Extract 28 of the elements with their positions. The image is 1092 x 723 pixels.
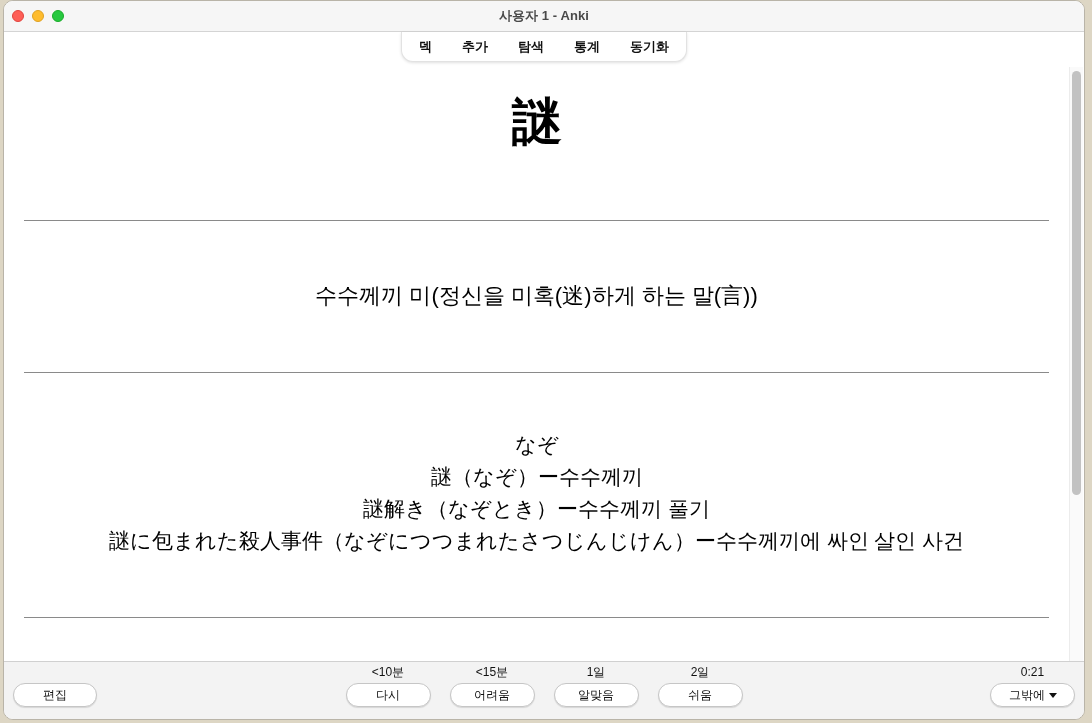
interval-label: <10분 <box>371 664 405 680</box>
interval-label: 2일 <box>690 664 710 680</box>
toolbar-tab[interactable]: 덱 <box>404 33 447 60</box>
toolbar-tab[interactable]: 동기화 <box>615 33 684 60</box>
reading-line: なぞ <box>514 432 559 458</box>
timer-text: 0:21 <box>1020 664 1045 680</box>
card-front-text: 謎 <box>511 93 562 151</box>
caret-icon <box>1048 692 1057 698</box>
reading-line: 謎に包まれた殺人事件（なぞにつつまれたさつじんじけん）ー수수께끼에 싸인 살인 사건 <box>108 528 965 554</box>
reading-line: 謎（なぞ）ー수수께끼 <box>430 464 643 490</box>
reading-line: 謎解き（なぞとき）ー수수께끼 풀기 <box>363 496 710 522</box>
interval-label: <15분 <box>475 664 509 680</box>
interval-label: 1일 <box>586 664 606 680</box>
zoom-icon[interactable] <box>52 10 64 22</box>
scrollbar-thumb[interactable] <box>1072 71 1081 495</box>
answer-button[interactable]: 다시 <box>345 683 431 707</box>
window-title: 사용자 1 - Anki <box>499 7 589 26</box>
toolbar-tab[interactable]: 추가 <box>447 33 503 60</box>
toolbar-tab[interactable]: 탐색 <box>503 33 559 60</box>
minimize-icon[interactable] <box>32 10 44 22</box>
answer-button[interactable]: 쉬움 <box>657 683 743 707</box>
answer-button[interactable]: 어려움 <box>449 683 535 707</box>
toolbar-tab[interactable]: 통계 <box>559 33 615 60</box>
edit-button[interactable]: 편집 <box>13 683 97 707</box>
close-icon[interactable] <box>12 10 24 22</box>
answer-button[interactable]: 알맞음 <box>553 683 639 707</box>
more-button[interactable]: 그밖에 <box>990 683 1075 707</box>
card-meaning-text: 수수께끼 미(정신을 미혹(迷)하게 하는 말(言)) <box>315 282 758 310</box>
